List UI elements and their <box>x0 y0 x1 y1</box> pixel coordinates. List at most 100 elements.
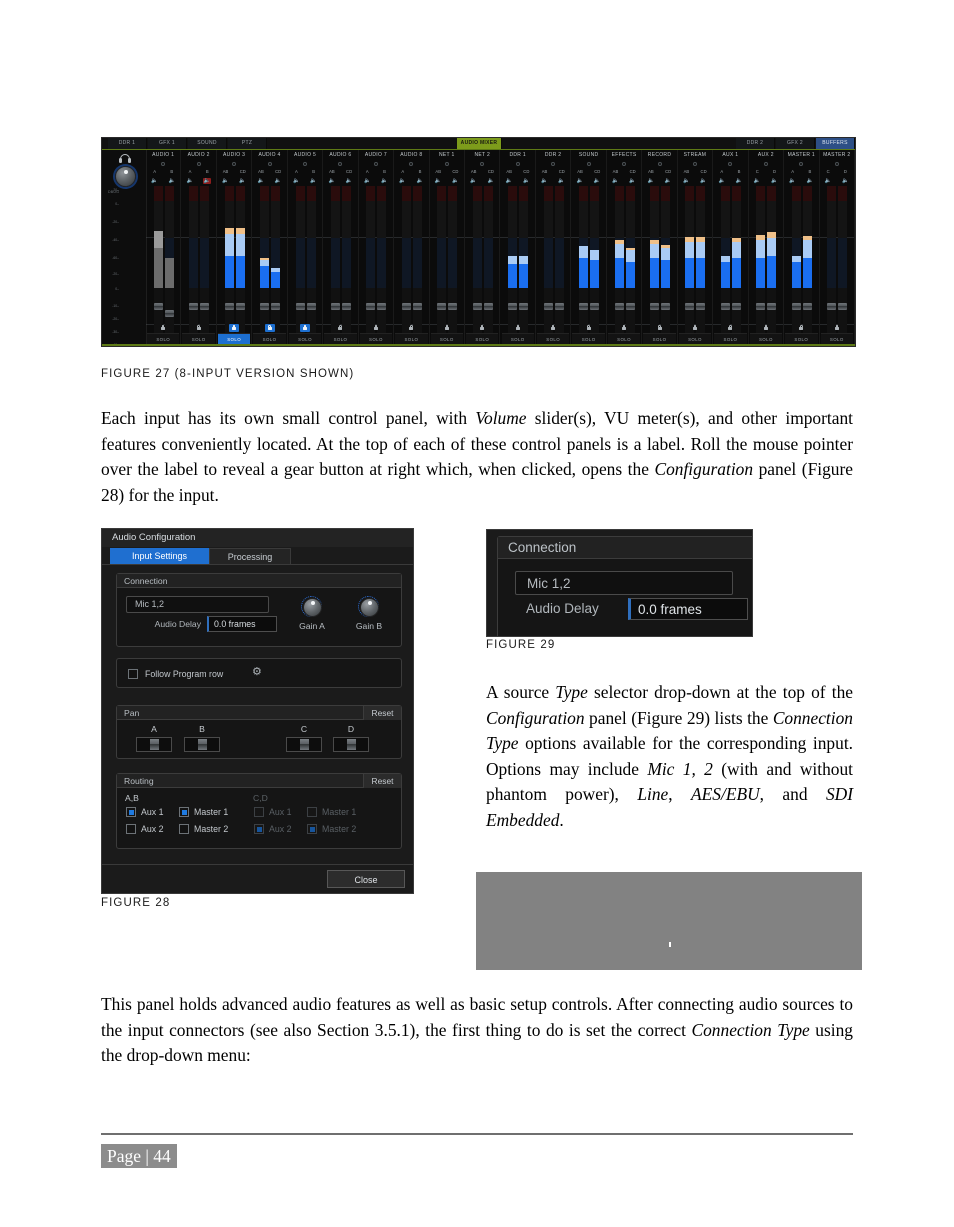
channel-gear-icon[interactable] <box>657 162 662 166</box>
channel-lock-icon[interactable] <box>371 324 381 332</box>
fader-handle[interactable] <box>661 303 671 310</box>
connection-type-dropdown[interactable]: Mic 1,2 <box>126 596 269 613</box>
channel-gear-icon[interactable] <box>267 162 272 166</box>
pan-slider-a[interactable] <box>136 737 172 752</box>
speaker-icon[interactable]: 🔈 <box>146 177 163 185</box>
speaker-icon[interactable]: 🔈 <box>482 177 499 185</box>
fader-handle[interactable] <box>164 310 174 317</box>
gear-icon[interactable]: ⚙ <box>252 665 262 678</box>
speaker-icon[interactable]: 🔈 <box>642 177 659 185</box>
channel-strip[interactable]: MASTER 2 C D 🔈 🔈 SOLO <box>820 150 855 346</box>
speaker-icon[interactable]: 🔈 <box>801 177 818 185</box>
speaker-icon[interactable]: 🔈 <box>749 177 766 185</box>
routing-cd-master2-checkbox[interactable] <box>307 824 317 834</box>
speaker-icon[interactable]: 🔈 <box>305 177 322 185</box>
channel-lock-icon[interactable] <box>796 324 806 332</box>
channel-lock-icon[interactable] <box>158 324 168 332</box>
fader-handle[interactable] <box>224 303 234 310</box>
routing-ab-aux2-checkbox[interactable] <box>126 824 136 834</box>
channel-gear-icon[interactable] <box>373 162 378 166</box>
channel-strip[interactable]: AUDIO 4 AB CD 🔈 🔈 SOLO <box>252 150 288 346</box>
pan-slider-b[interactable] <box>184 737 220 752</box>
close-button[interactable]: Close <box>327 870 405 888</box>
fader-handle[interactable] <box>271 303 281 310</box>
channel-gear-icon[interactable] <box>763 162 768 166</box>
fader-handle[interactable] <box>685 303 695 310</box>
channel-strip[interactable]: DDR 1 AB CD 🔈 🔈 SOLO <box>501 150 536 346</box>
fader-handle[interactable] <box>483 303 493 310</box>
fader-handle[interactable] <box>341 303 351 310</box>
mixer-tab-ddr-1[interactable]: DDR 1 <box>108 138 147 149</box>
fader-handle[interactable] <box>472 303 482 310</box>
speaker-icon[interactable]: 🔈 <box>181 177 198 185</box>
channel-lock-icon[interactable] <box>264 324 275 332</box>
channel-lock-icon[interactable] <box>229 324 240 332</box>
fader-handle[interactable] <box>306 303 316 310</box>
speaker-icon[interactable]: 🔈 <box>518 177 535 185</box>
mixer-tab-gfx-2[interactable]: GFX 2 <box>776 138 815 149</box>
speaker-icon[interactable]: 🔈 <box>323 177 340 185</box>
speaker-icon[interactable]: 🔈 <box>340 177 357 185</box>
mixer-tab-buffers[interactable]: BUFFERS <box>816 138 855 149</box>
fader-handle[interactable] <box>802 303 812 310</box>
channel-lock-icon[interactable] <box>548 324 558 332</box>
speaker-icon[interactable]: 🔈 <box>660 177 677 185</box>
channel-strip[interactable]: AUDIO 1 A B 🔈 🔈 SOLO <box>146 150 182 346</box>
fader-handle[interactable] <box>838 303 848 310</box>
speaker-icon[interactable]: 🔈 <box>359 177 376 185</box>
speaker-icon[interactable]: 🔈 <box>163 177 180 185</box>
channel-gear-icon[interactable] <box>799 162 804 166</box>
fader-handle[interactable] <box>377 303 387 310</box>
fader-handle[interactable] <box>767 303 777 310</box>
channel-strip[interactable]: AUDIO 6 AB CD 🔈 🔈 SOLO <box>323 150 359 346</box>
channel-strip[interactable]: NET 2 AB CD 🔈 🔈 SOLO <box>465 150 501 346</box>
fader-handle[interactable] <box>590 303 600 310</box>
channel-gear-icon[interactable] <box>586 162 591 166</box>
fader-handle[interactable] <box>330 303 340 310</box>
speaker-icon[interactable]: 🔈 <box>234 177 251 185</box>
routing-cd-aux2-checkbox[interactable] <box>254 824 264 834</box>
speaker-icon[interactable]: 🔈 <box>607 177 624 185</box>
channel-gear-icon[interactable] <box>480 162 485 166</box>
routing-ab-aux1-checkbox[interactable] <box>126 807 136 817</box>
channel-lock-icon[interactable] <box>761 324 771 332</box>
channel-gear-icon[interactable] <box>444 162 449 166</box>
channel-lock-icon[interactable] <box>300 324 311 332</box>
speaker-icon[interactable]: 🔈 <box>766 177 783 185</box>
channel-lock-icon[interactable] <box>655 324 665 332</box>
channel-lock-icon[interactable] <box>584 324 594 332</box>
fader-handle[interactable] <box>614 303 624 310</box>
fader-handle[interactable] <box>366 303 376 310</box>
speaker-muted-icon[interactable]: 🔈 <box>199 177 216 185</box>
tab-input-settings[interactable]: Input Settings <box>110 548 209 564</box>
speaker-icon[interactable]: 🔈 <box>713 177 730 185</box>
routing-reset-button[interactable]: Reset <box>363 774 401 788</box>
channel-gear-icon[interactable] <box>338 162 343 166</box>
channel-strip[interactable]: DDR 2 AB CD 🔈 🔈 SOLO <box>536 150 572 346</box>
mixer-tab-gfx-1[interactable]: GFX 1 <box>148 138 187 149</box>
channel-strip[interactable]: AUDIO 2 A B 🔈 🔈 SOLO <box>181 150 217 346</box>
fader-handle[interactable] <box>153 303 163 310</box>
routing-ab-master1-checkbox[interactable] <box>179 807 189 817</box>
channel-strip[interactable]: MASTER 1 A B 🔈 🔈 SOLO <box>784 150 820 346</box>
channel-strip[interactable]: AUDIO 7 A B 🔈 🔈 SOLO <box>359 150 395 346</box>
channel-gear-icon[interactable] <box>692 162 697 166</box>
tab-processing[interactable]: Processing <box>209 548 291 564</box>
channel-gear-icon[interactable] <box>161 162 166 166</box>
channel-gear-icon[interactable] <box>834 162 839 166</box>
speaker-icon[interactable]: 🔈 <box>553 177 570 185</box>
pan-slider-d[interactable] <box>333 737 369 752</box>
monitor-volume-knob[interactable] <box>115 166 136 187</box>
fader-handle[interactable] <box>554 303 564 310</box>
channel-gear-icon[interactable] <box>728 162 733 166</box>
channel-strip[interactable]: AUDIO 3 AB CD 🔈 🔈 SOLO <box>217 150 253 346</box>
speaker-icon[interactable]: 🔈 <box>447 177 464 185</box>
fader-handle[interactable] <box>260 303 270 310</box>
speaker-icon[interactable]: 🔈 <box>730 177 747 185</box>
speaker-icon[interactable]: 🔈 <box>536 177 553 185</box>
channel-strip[interactable]: EFFECTS AB CD 🔈 🔈 SOLO <box>607 150 643 346</box>
pan-reset-button[interactable]: Reset <box>363 706 401 720</box>
channel-lock-icon[interactable] <box>442 324 452 332</box>
fader-handle[interactable] <box>625 303 635 310</box>
fader-handle[interactable] <box>412 303 422 310</box>
